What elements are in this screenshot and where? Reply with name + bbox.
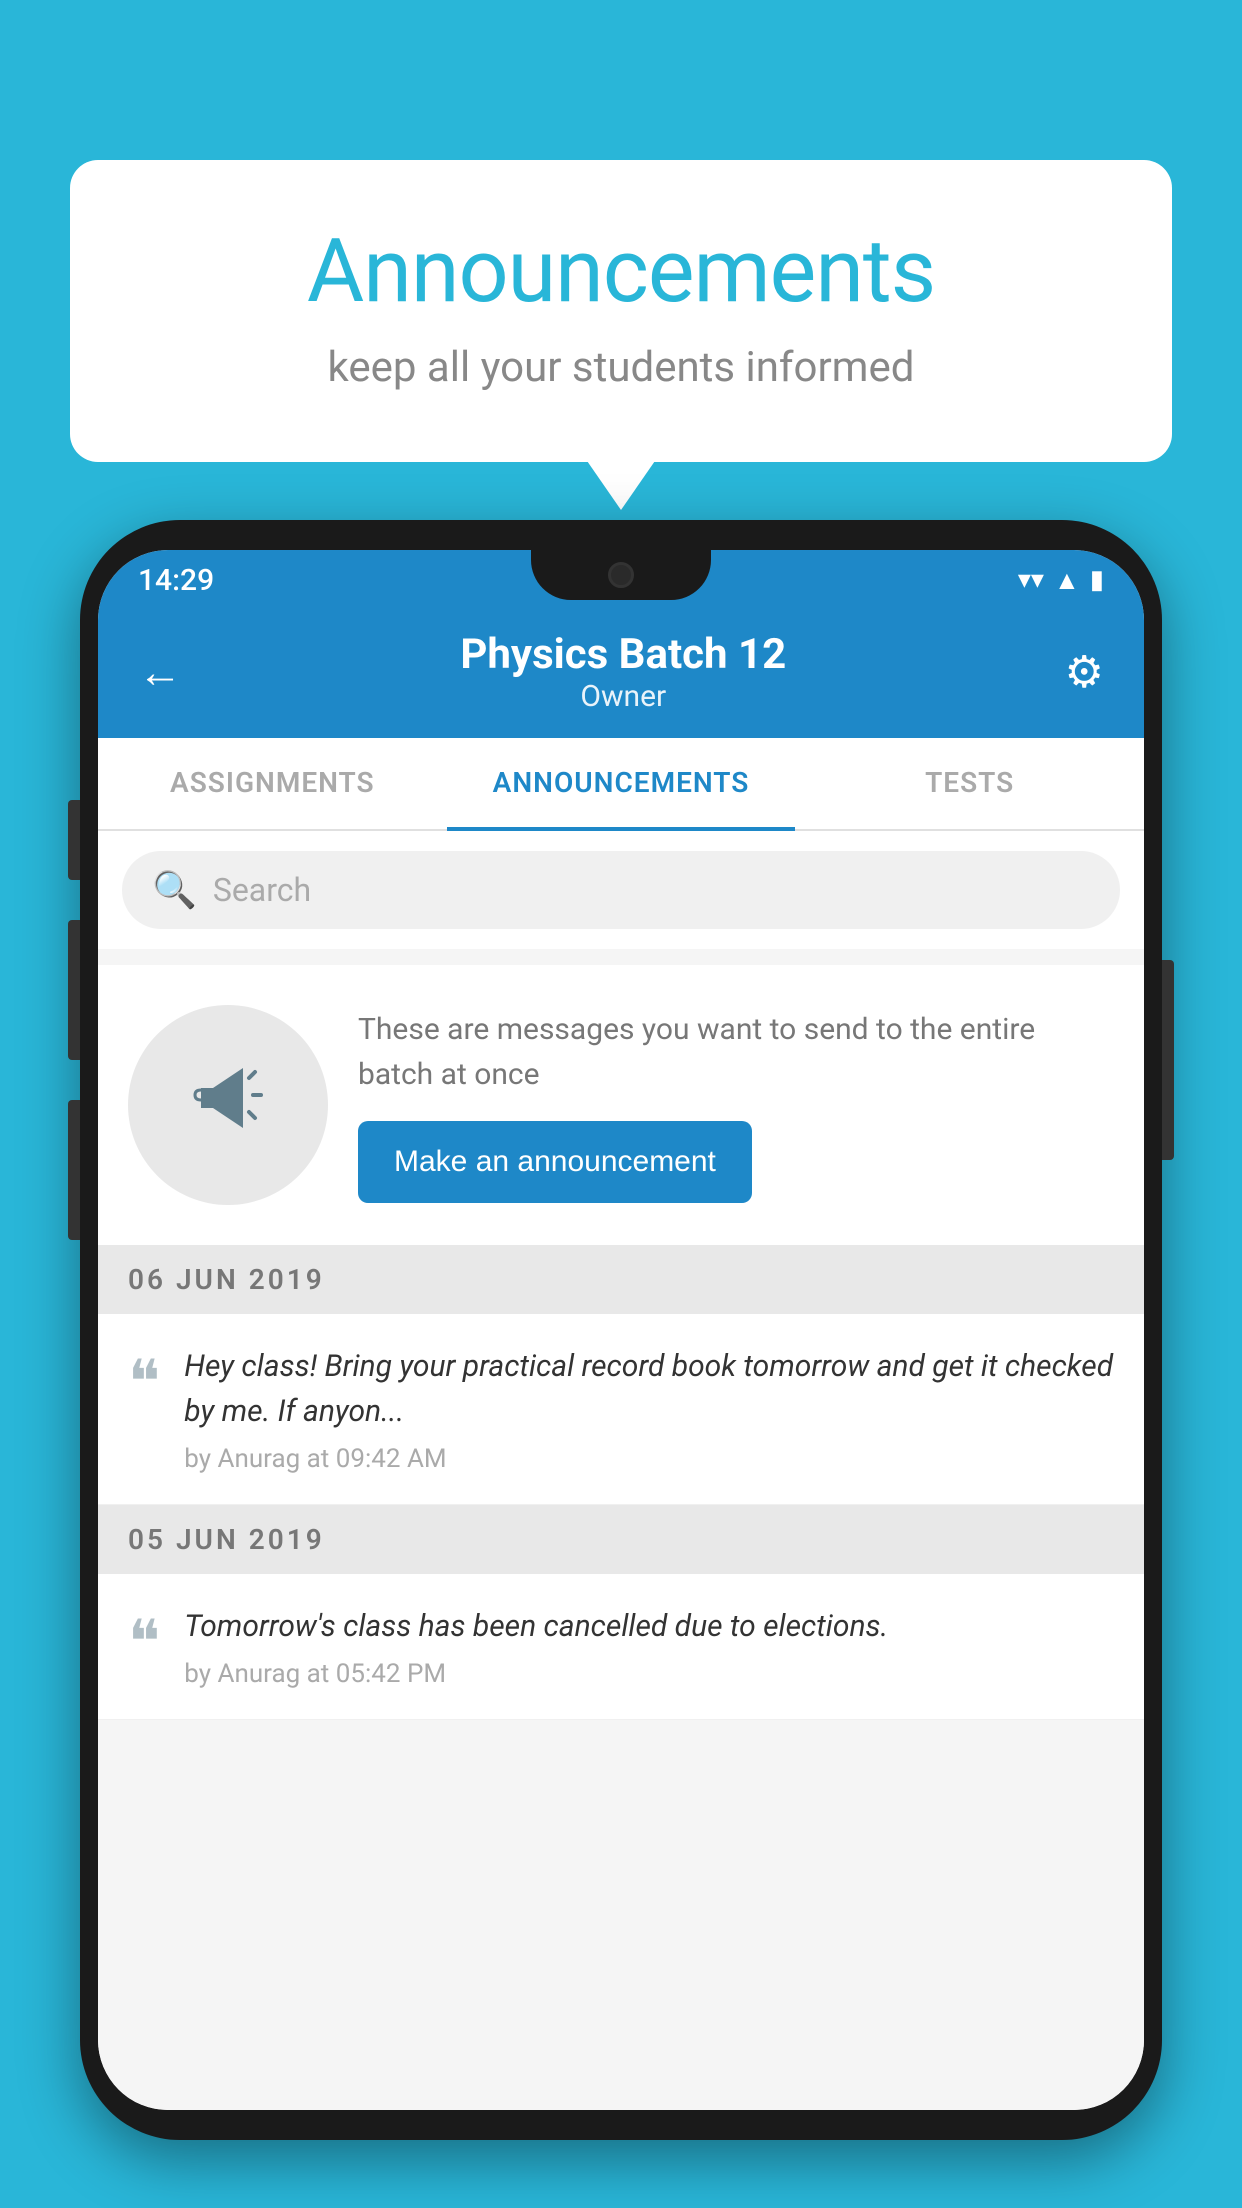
quote-icon-1: ❝ (128, 1352, 160, 1412)
announcement-item-1[interactable]: ❝ Hey class! Bring your practical record… (98, 1314, 1144, 1505)
announcement-meta-1: by Anurag at 09:42 AM (184, 1444, 1114, 1474)
search-placeholder-text: Search (213, 871, 311, 909)
bubble-subtitle: keep all your students informed (150, 343, 1092, 392)
promo-right: These are messages you want to send to t… (358, 1007, 1114, 1203)
announcement-text-wrap-2: Tomorrow's class has been cancelled due … (184, 1604, 1114, 1689)
header-center: Physics Batch 12 Owner (460, 630, 786, 714)
back-button[interactable]: ← (138, 646, 182, 698)
status-time: 14:29 (138, 563, 214, 598)
search-container: 🔍 Search (98, 831, 1144, 949)
status-icons: ▾▾ ▲ ▮ (1018, 565, 1104, 596)
screen-content: 🔍 Search (98, 831, 1144, 2110)
megaphone-icon (183, 1050, 273, 1160)
announcement-promo: These are messages you want to send to t… (98, 965, 1144, 1245)
app-header: ← Physics Batch 12 Owner ⚙ (98, 610, 1144, 738)
header-title: Physics Batch 12 (460, 630, 786, 679)
wifi-icon: ▾▾ (1018, 565, 1044, 595)
quote-icon-2: ❝ (128, 1612, 160, 1672)
phone-button-power (1162, 960, 1174, 1160)
promo-icon-circle (128, 1005, 328, 1205)
front-camera (608, 562, 634, 588)
phone-button-volume-up (68, 920, 80, 1060)
announcement-text-wrap-1: Hey class! Bring your practical record b… (184, 1344, 1114, 1474)
announcement-message-2: Tomorrow's class has been cancelled due … (184, 1604, 1114, 1649)
search-icon: 🔍 (152, 869, 197, 911)
tabs-bar: ASSIGNMENTS ANNOUNCEMENTS TESTS (98, 738, 1144, 831)
speech-bubble: Announcements keep all your students inf… (70, 160, 1172, 462)
tab-announcements[interactable]: ANNOUNCEMENTS (447, 738, 796, 831)
signal-icon: ▲ (1054, 565, 1080, 596)
search-bar[interactable]: 🔍 Search (122, 851, 1120, 929)
bubble-title: Announcements (150, 220, 1092, 323)
phone-mockup: 14:29 ▾▾ ▲ ▮ ← Physics Batch 12 Owner ⚙ … (80, 520, 1162, 2208)
phone-button-volume-silent (68, 800, 80, 880)
battery-icon: ▮ (1090, 565, 1104, 595)
phone-outer: 14:29 ▾▾ ▲ ▮ ← Physics Batch 12 Owner ⚙ … (80, 520, 1162, 2140)
phone-screen: 14:29 ▾▾ ▲ ▮ ← Physics Batch 12 Owner ⚙ … (98, 550, 1144, 2110)
make-announcement-button[interactable]: Make an announcement (358, 1121, 752, 1203)
announcement-meta-2: by Anurag at 05:42 PM (184, 1659, 1114, 1689)
announcement-item-2[interactable]: ❝ Tomorrow's class has been cancelled du… (98, 1574, 1144, 1720)
phone-button-volume-down (68, 1100, 80, 1240)
settings-button[interactable]: ⚙ (1065, 646, 1104, 698)
header-subtitle: Owner (460, 679, 786, 714)
tab-tests[interactable]: TESTS (795, 738, 1144, 829)
promo-description: These are messages you want to send to t… (358, 1007, 1114, 1097)
date-divider-1: 06 JUN 2019 (98, 1245, 1144, 1314)
phone-notch (531, 550, 711, 600)
date-divider-2: 05 JUN 2019 (98, 1505, 1144, 1574)
speech-bubble-area: Announcements keep all your students inf… (70, 160, 1172, 462)
announcement-message-1: Hey class! Bring your practical record b… (184, 1344, 1114, 1434)
tab-assignments[interactable]: ASSIGNMENTS (98, 738, 447, 829)
